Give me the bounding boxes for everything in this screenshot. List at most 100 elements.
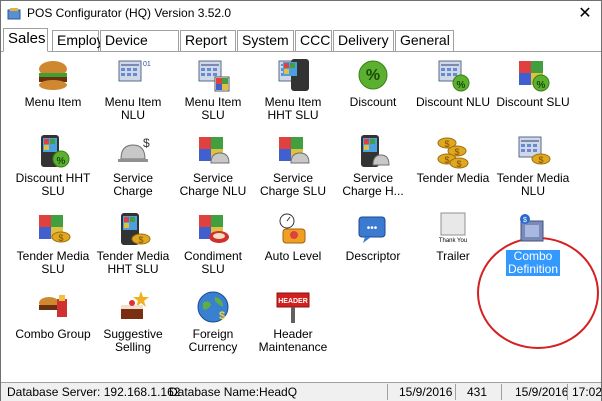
status-divider: [455, 384, 456, 400]
item-label: Combo Definition: [505, 249, 561, 276]
item-menu-item-nlu[interactable]: 01 Menu Item NLU: [93, 57, 173, 122]
svg-text:%: %: [457, 80, 466, 91]
item-service-charge-h[interactable]: Service Charge H...: [333, 133, 413, 198]
svg-text:01: 01: [143, 61, 151, 68]
trailer-icon-text: Thank You: [439, 238, 467, 244]
item-menu-item-hht-slu[interactable]: Menu Item HHT SLU: [253, 57, 333, 122]
status-date: 15/9/2016: [399, 385, 453, 399]
pos-configurator-window: POS Configurator (HQ) Version 3.52.0 ✕ S…: [0, 0, 602, 401]
item-menu-item[interactable]: Menu Item: [13, 57, 93, 109]
item-tender-media-slu[interactable]: $ Tender Media SLU: [13, 211, 93, 276]
item-service-charge-slu[interactable]: Service Charge SLU: [253, 133, 333, 198]
svg-text:$: $: [138, 235, 143, 245]
tab-delivery[interactable]: Delivery: [333, 30, 394, 51]
item-service-charge-nlu[interactable]: Service Charge NLU: [173, 133, 253, 198]
svg-text:$: $: [523, 217, 527, 224]
item-discount-nlu[interactable]: % Discount NLU: [413, 57, 493, 109]
tab-sales[interactable]: Sales: [3, 28, 48, 52]
keypad-slu-icon: [198, 60, 230, 92]
service-charge-slu-icon: [279, 137, 310, 164]
item-header-maintenance[interactable]: HEADER Header Maintenance: [253, 289, 333, 354]
globe-currency-icon: $: [197, 291, 229, 323]
burger-icon: [39, 61, 67, 90]
svg-text:•••: •••: [367, 223, 378, 234]
status-count: 431: [467, 385, 488, 399]
item-label: Header Maintenance: [258, 327, 328, 354]
svg-text:$: $: [444, 155, 449, 165]
item-label: Discount: [349, 95, 397, 109]
tab-ccc[interactable]: CCC: [295, 30, 332, 51]
item-label: Suggestive Selling: [103, 327, 163, 354]
item-auto-level[interactable]: Auto Level: [253, 211, 333, 263]
status-divider: [387, 384, 388, 400]
item-label: Menu Item HHT SLU: [264, 95, 322, 122]
tab-report[interactable]: Report: [180, 30, 236, 51]
status-divider: [567, 384, 568, 400]
combo-group-icon: [39, 295, 67, 317]
tab-general[interactable]: General: [395, 30, 454, 51]
item-tender-media-hht-slu[interactable]: $ Tender Media HHT SLU: [93, 211, 173, 276]
item-service-charge[interactable]: $ Service Charge: [93, 133, 173, 198]
status-time: 17:02: [572, 385, 602, 399]
item-combo-group[interactable]: Combo Group: [13, 289, 93, 341]
item-label: Service Charge SLU: [259, 171, 327, 198]
auto-level-icon: [279, 213, 306, 244]
status-divider: [501, 384, 502, 400]
header-icon-text: HEADER: [278, 298, 308, 305]
item-discount-hht-slu[interactable]: % Discount HHT SLU: [13, 133, 93, 198]
close-button[interactable]: ✕: [571, 3, 599, 25]
item-foreign-currency[interactable]: $ Foreign Currency: [173, 289, 253, 354]
discount-percent-icon: %: [358, 60, 388, 90]
discount-slu-icon: %: [519, 61, 550, 92]
item-tender-media-nlu[interactable]: $ Tender Media NLU: [493, 133, 573, 198]
condiment-icon: [199, 215, 229, 243]
item-label: Tender Media NLU: [496, 171, 570, 198]
item-tender-media[interactable]: $ $ $ $ Tender Media: [413, 133, 493, 185]
item-descriptor[interactable]: ••• Descriptor: [333, 211, 413, 263]
item-discount-slu[interactable]: % Discount SLU: [493, 57, 573, 109]
svg-text:$: $: [444, 139, 449, 149]
tab-system[interactable]: System: [237, 30, 294, 51]
title-bar: POS Configurator (HQ) Version 3.52.0 ✕: [1, 1, 601, 27]
item-label: Discount NLU: [415, 95, 491, 109]
tender-handheld-icon: $: [121, 213, 151, 245]
item-discount[interactable]: % Discount: [333, 57, 413, 109]
keypad-nlu-icon: 01: [118, 60, 151, 82]
item-condiment-slu[interactable]: Condiment SLU: [173, 211, 253, 276]
item-label: Menu Item NLU: [104, 95, 162, 122]
item-menu-item-slu[interactable]: Menu Item SLU: [173, 57, 253, 122]
svg-text:$: $: [143, 136, 150, 150]
item-trailer[interactable]: Thank You Trailer: [413, 211, 493, 263]
item-label: Trailer: [436, 249, 470, 263]
svg-text:%: %: [57, 156, 66, 167]
header-sign-icon: HEADER: [276, 292, 310, 323]
service-charge-nlu-icon: [199, 137, 230, 164]
sales-tab-panel: Menu Item 01 Menu Item NLU Menu Item SLU Men…: [3, 53, 599, 381]
svg-text:%: %: [537, 80, 546, 91]
tab-device[interactable]: Device: [100, 30, 179, 51]
discount-handheld-icon: %: [41, 135, 70, 168]
svg-text:$: $: [219, 310, 225, 322]
tab-bar: Sales Employee Device Report System CCC Delive…: [1, 28, 601, 52]
service-charge-handheld-icon: [361, 135, 390, 167]
item-label: Discount HHT SLU: [15, 171, 91, 198]
svg-text:$: $: [538, 155, 543, 165]
tender-slu-icon: $: [39, 215, 71, 243]
app-icon: [7, 8, 21, 20]
status-database-server: Database Server: 192.168.1.162: [7, 385, 181, 399]
status-database-name: Database Name:HeadQ: [169, 385, 298, 399]
window-title: POS Configurator (HQ) Version 3.52.0: [27, 6, 232, 20]
svg-text:$: $: [454, 147, 459, 157]
item-combo-definition[interactable]: $ Combo Definition: [493, 211, 573, 276]
trailer-scroll-icon: Thank You: [439, 212, 467, 244]
item-label: Foreign Currency: [188, 327, 238, 354]
combo-definition-icon: $: [520, 214, 544, 242]
item-label: Service Charge NLU: [179, 171, 247, 198]
handheld-slu-icon: [278, 59, 309, 91]
item-label: Menu Item: [24, 95, 82, 109]
svg-text:$: $: [58, 233, 63, 243]
item-suggestive-selling[interactable]: Suggestive Selling: [93, 289, 173, 354]
descriptor-icon: •••: [358, 216, 386, 243]
tab-employee[interactable]: Employee: [52, 30, 119, 51]
item-label: Service Charge H...: [342, 171, 404, 198]
